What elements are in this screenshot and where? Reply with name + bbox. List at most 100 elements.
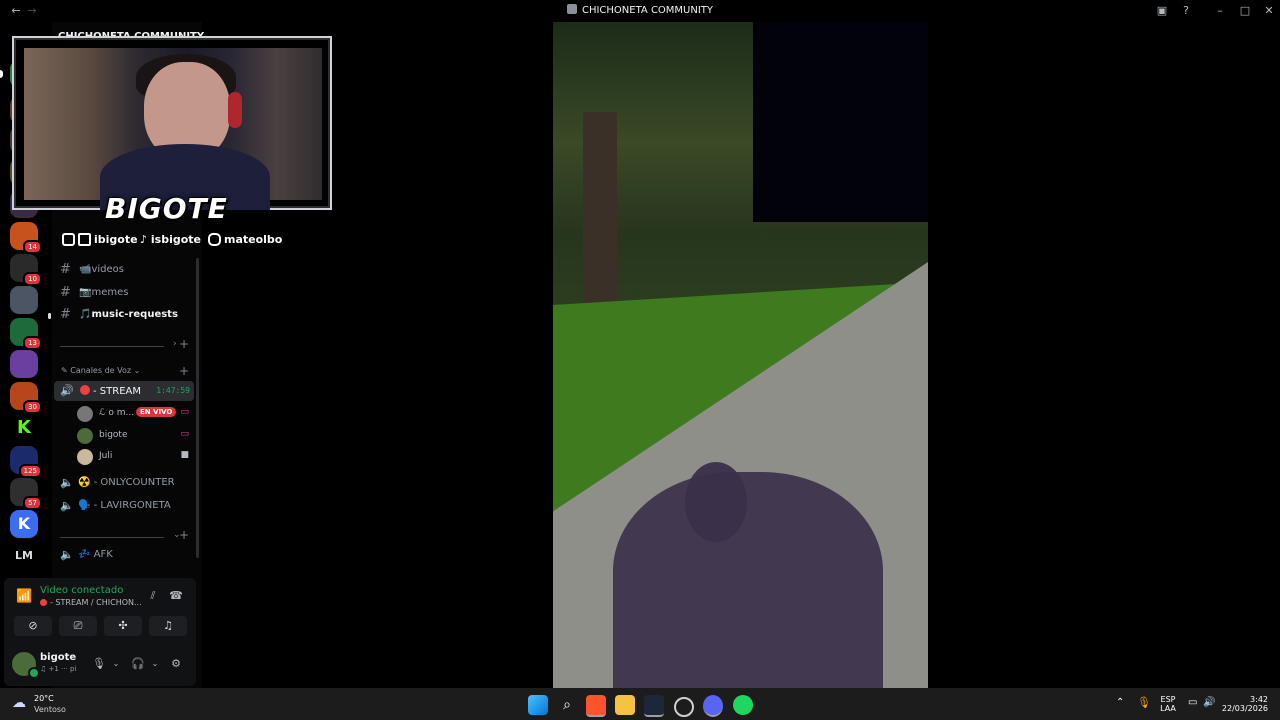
microphone-icon[interactable]: 🎙 <box>91 656 107 672</box>
voice-channel-afk[interactable]: 🔈 💤 AFK <box>58 545 196 565</box>
avatar <box>77 406 93 422</box>
camera-icon: ■ <box>180 450 189 460</box>
server-icon[interactable] <box>10 286 38 314</box>
voice-user[interactable]: bigote ▭ <box>77 426 193 446</box>
network-icon[interactable]: ▭ <box>1188 697 1197 708</box>
server-icon[interactable]: 30 <box>10 382 42 414</box>
voice-user-name: Juli <box>99 451 113 461</box>
clock-date: 22/03/2026 <box>1221 704 1268 713</box>
clock[interactable]: 3:42 22/03/2026 <box>1220 695 1268 713</box>
voice-user[interactable]: Juli ■ <box>77 447 193 467</box>
window-title-text: CHICHONETA COMMUNITY <box>581 5 714 16</box>
unread-indicator <box>48 313 51 319</box>
add-voice-channel-icon[interactable]: + <box>179 364 189 378</box>
tiktok-icon: ♪ <box>140 233 148 246</box>
add-channel-icon[interactable]: + <box>179 528 189 542</box>
channel-emoji: 🎵 <box>79 309 92 320</box>
kick-server-icon[interactable]: K <box>10 414 38 442</box>
voice-channel-stream[interactable]: 🔊 - STREAM 1:47:59 <box>54 381 194 401</box>
voice-user-name: ℒ o m... <box>99 408 135 418</box>
minimize-icon[interactable]: – <box>1212 3 1228 19</box>
mention-badge: 30 <box>23 400 42 414</box>
headphones-icon[interactable]: 🎧 <box>130 656 146 672</box>
obs-icon[interactable] <box>674 697 694 717</box>
file-explorer-icon[interactable] <box>615 695 635 715</box>
microphone-in-use-icon[interactable]: 🎙 <box>1137 696 1151 709</box>
chevron-down-icon[interactable]: ⌄ <box>147 656 163 672</box>
voice-channel-label: 🗣️ - LAVIRGONETA <box>78 500 171 511</box>
language-indicator[interactable]: ESP LAA <box>1154 695 1182 713</box>
scrollbar[interactable] <box>196 258 199 558</box>
voice-location[interactable]: - STREAM / CHICHON... <box>40 598 142 607</box>
voice-channel-onlycounter[interactable]: 🔈 ☢️ - ONLYCOUNTER <box>58 473 196 493</box>
noise-suppression-icon[interactable]: ⫽ <box>145 588 161 604</box>
camera-off-button[interactable]: ⊘ <box>14 616 52 636</box>
hash-icon: # <box>60 307 71 322</box>
overlay-socials: ibigote ♪ isbigote mateolbo <box>62 232 292 250</box>
discord-icon[interactable] <box>703 695 723 717</box>
channel-emoji: 📹 <box>79 264 92 275</box>
inbox-icon[interactable]: ▣ <box>1154 3 1170 19</box>
screen-share-button[interactable]: ⎚ <box>59 616 97 636</box>
stream-timer: 1:47:59 <box>156 386 190 395</box>
server-icon[interactable]: K <box>10 510 38 538</box>
soundboard-icon: ♫ <box>163 619 173 632</box>
server-icon[interactable]: LM <box>10 542 38 570</box>
twitch-icon <box>62 233 75 246</box>
server-icon[interactable]: 57 <box>10 478 42 510</box>
disconnect-icon[interactable]: ☎ <box>168 588 184 604</box>
channel-emoji: 📷 <box>79 287 92 298</box>
channel-videos[interactable]: # 📹videos <box>58 261 198 281</box>
voice-location-label: - STREAM / CHICHON... <box>50 598 142 607</box>
hash-icon: # <box>60 262 71 277</box>
chevron-right-icon[interactable]: › <box>173 339 177 349</box>
server-icon[interactable]: 125 <box>10 446 42 478</box>
close-icon[interactable]: ✕ <box>1261 3 1277 19</box>
online-status-icon <box>28 667 40 679</box>
kick-icon <box>78 233 91 246</box>
instagram-icon <box>208 233 221 246</box>
tray-chevron-up-icon[interactable]: ⌃ <box>1116 697 1124 708</box>
activities-button[interactable]: ✣ <box>104 616 142 636</box>
volume-icon[interactable]: 🔊 <box>1203 697 1215 708</box>
hash-icon: # <box>60 285 71 300</box>
search-icon[interactable]: ⌕ <box>557 695 577 715</box>
voice-category[interactable]: ✎ Canales de Voz ⌄ <box>61 366 140 375</box>
webcam-feed <box>24 48 322 210</box>
signal-icon[interactable]: 📶 <box>16 589 32 604</box>
server-icon[interactable]: 14 <box>10 222 42 254</box>
voice-channel-lavirgoneta[interactable]: 🔈 🗣️ - LAVIRGONETA <box>58 496 196 516</box>
server-icon[interactable] <box>10 350 38 378</box>
maximize-icon[interactable]: □ <box>1237 3 1253 19</box>
weather-temp[interactable]: 20°C <box>34 694 54 703</box>
chevron-down-icon[interactable]: ⌄ <box>108 656 124 672</box>
steam-icon[interactable] <box>644 695 664 717</box>
server-icon[interactable]: 10 <box>10 254 42 286</box>
voice-user[interactable]: ℒ o m... EN VIVO ▭ <box>77 404 193 424</box>
speaker-icon: 🔈 <box>60 499 74 512</box>
voice-user-name: bigote <box>99 430 128 440</box>
channel-music-requests[interactable]: # 🎵music-requests <box>58 306 198 326</box>
spotify-icon[interactable] <box>733 695 753 715</box>
pencil-icon: ✎ <box>61 366 68 375</box>
help-icon[interactable]: ? <box>1178 3 1194 19</box>
video-shadow <box>613 472 883 688</box>
clock-time: 3:42 <box>1250 695 1268 704</box>
weather-status[interactable]: Ventoso <box>34 705 66 714</box>
gear-icon[interactable]: ⚙ <box>168 656 184 672</box>
brave-browser-icon[interactable] <box>586 695 606 717</box>
stream-video[interactable] <box>553 22 928 688</box>
channel-memes[interactable]: # 📷memes <box>58 284 198 304</box>
server-initials: LM <box>15 549 33 562</box>
username[interactable]: bigote <box>40 652 76 663</box>
video-shadow-head <box>685 462 747 542</box>
add-channel-icon[interactable]: + <box>179 337 189 351</box>
voice-status[interactable]: Video conectado <box>40 585 123 596</box>
separator <box>60 346 164 347</box>
windows-start-icon[interactable] <box>528 695 548 715</box>
channel-label: videos <box>91 264 124 275</box>
server-icon[interactable]: 13 <box>10 318 42 350</box>
soundboard-button[interactable]: ♫ <box>149 616 187 636</box>
window-title: CHICHONETA COMMUNITY <box>0 4 1280 16</box>
weather-icon[interactable]: ☁ <box>12 695 26 711</box>
